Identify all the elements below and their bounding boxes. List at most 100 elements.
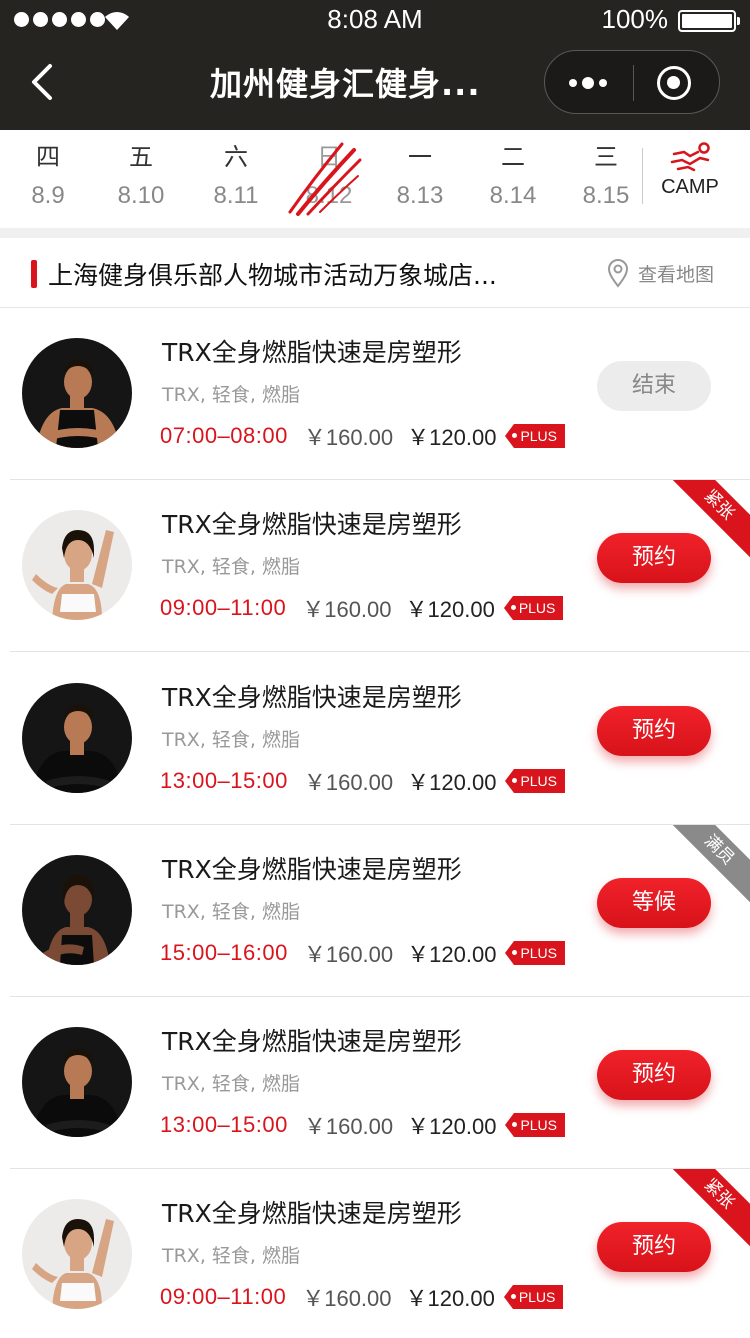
date-label: 8.11 [213,182,259,209]
date-item[interactable]: 六 8.11 [196,142,276,210]
course-title: TRX全身燃脂快速是房塑形 [162,855,462,884]
date-label: 8.14 [489,182,537,209]
plus-badge: PLUS [505,1113,566,1137]
trainer-photo [22,338,132,448]
original-price: ￥160.00 [303,1114,394,1139]
mini-program-capsule [544,50,720,114]
date-item[interactable]: 日 8.12 [289,142,369,210]
course-row[interactable]: TRX全身燃脂快速是房塑形 TRX, 轻食, 燃脂 13:00–15:00 ￥160.… [10,653,750,825]
plus-badge: PLUS [505,424,566,448]
book-button[interactable]: 预约 [597,1050,711,1100]
plus-price: ￥120.00 [405,1286,495,1311]
course-price-line: 13:00–15:00 ￥160.00 ￥120.00 PLUS [160,1109,566,1141]
course-row[interactable]: TRX全身燃脂快速是房塑形 TRX, 轻食, 燃脂 13:00–15:00 ￥160.… [10,997,750,1169]
course-tags: TRX, 轻食, 燃脂 [162,901,300,923]
trainer-photo [22,1199,132,1309]
battery-percent: 100% [601,4,669,34]
course-time: 09:00–11:00 [160,1284,287,1309]
camp-tab[interactable]: CAMP [650,142,730,199]
capsule-divider [633,65,634,101]
book-button[interactable]: 预约 [597,533,711,583]
waitlist-button[interactable]: 等候 [597,878,711,928]
course-tags: TRX, 轻食, 燃脂 [162,1245,300,1267]
store-accent-bar [31,260,37,288]
trainer-photo [22,1027,132,1137]
course-title: TRX全身燃脂快速是房塑形 [162,683,462,712]
date-item[interactable]: 三 8.15 [566,142,646,210]
plus-badge: PLUS [503,596,564,620]
course-row[interactable]: TRX全身燃脂快速是房塑形 TRX, 轻食, 燃脂 09:00–11:00 ￥160.… [10,1169,750,1338]
weekday-label: 日 [317,143,341,171]
date-label: 8.12 [305,182,353,209]
weekday-label: 二 [501,143,525,171]
close-target-icon[interactable] [657,66,691,100]
store-name[interactable]: 上海健身俱乐部人物城市活动万象城店... [48,256,598,292]
course-title: TRX全身燃脂快速是房塑形 [162,1199,462,1228]
date-label: 8.9 [31,182,65,209]
date-divider [642,148,643,204]
date-label: 8.10 [117,182,165,209]
view-map-label: 查看地图 [638,263,715,286]
trainer-photo [22,510,132,620]
store-header: 上海健身俱乐部人物城市活动万象城店... 查看地图 [0,238,750,308]
weekday-label: 一 [408,143,432,171]
more-icon[interactable] [569,73,611,93]
date-label: 8.15 [582,182,630,209]
page-title: 加州健身汇健身... [210,65,481,103]
plus-price: ￥120.00 [407,1114,497,1139]
course-title: TRX全身燃脂快速是房塑形 [162,1027,462,1056]
original-price: ￥160.00 [303,425,394,450]
weekday-label: 六 [224,143,248,171]
weekday-label: 五 [129,143,153,171]
trainer-photo [22,683,132,793]
original-price: ￥160.00 [303,770,394,795]
original-price: ￥160.00 [302,597,392,622]
trainer-avatar [22,338,132,448]
weekday-label: 三 [594,143,618,171]
original-price: ￥160.00 [303,942,394,967]
view-map-link[interactable]: 查看地图 [606,258,714,288]
course-price-line: 15:00–16:00 ￥160.00 ￥120.00 PLUS [160,937,566,969]
battery-icon [678,10,740,32]
trainer-avatar [22,683,132,793]
course-title: TRX全身燃脂快速是房塑形 [162,510,462,539]
plus-price: ￥120.00 [407,425,497,450]
top-bar: 8:08 AM 100% 加州健身汇健身... [0,0,750,130]
status-bar: 8:08 AM 100% [0,0,750,40]
course-price-line: 09:00–11:00 ￥160.00 ￥120.00 PLUS [160,592,564,624]
weekday-label: 四 [36,143,60,171]
course-time: 07:00–08:00 [160,423,288,448]
date-item[interactable]: 五 8.10 [101,142,181,210]
course-tags: TRX, 轻食, 燃脂 [162,729,300,751]
course-row[interactable]: TRX全身燃脂快速是房塑形 TRX, 轻食, 燃脂 15:00–16:00 ￥160.… [10,825,750,997]
book-button[interactable]: 预约 [597,1222,711,1272]
trainer-avatar [22,1199,132,1309]
section-gap [0,228,750,238]
book-button[interactable]: 预约 [597,706,711,756]
course-title: TRX全身燃脂快速是房塑形 [162,338,462,367]
original-price: ￥160.00 [302,1286,392,1311]
plus-price: ￥120.00 [407,770,497,795]
camp-label: CAMP [661,176,719,198]
plus-badge: PLUS [505,941,566,965]
course-row[interactable]: TRX全身燃脂快速是房塑形 TRX, 轻食, 燃脂 07:00–08:00 ￥160.… [10,308,750,480]
course-price-line: 13:00–15:00 ￥160.00 ￥120.00 PLUS [160,765,566,797]
course-price-line: 09:00–11:00 ￥160.00 ￥120.00 PLUS [160,1281,564,1313]
plus-price: ￥120.00 [407,942,497,967]
plus-badge: PLUS [503,1285,564,1309]
plus-badge: PLUS [505,769,566,793]
course-tags: TRX, 轻食, 燃脂 [162,1073,300,1095]
course-price-line: 07:00–08:00 ￥160.00 ￥120.00 PLUS [160,420,566,452]
date-item[interactable]: 一 8.13 [380,142,460,210]
trainer-avatar [22,510,132,620]
trainer-avatar [22,1027,132,1137]
date-item[interactable]: 四 8.9 [8,142,88,210]
back-arrow-icon[interactable] [24,60,64,104]
date-item[interactable]: 二 8.14 [473,142,553,210]
trainer-avatar [22,855,132,965]
trainer-photo [22,855,132,965]
course-time: 13:00–15:00 [160,1112,288,1137]
course-row[interactable]: TRX全身燃脂快速是房塑形 TRX, 轻食, 燃脂 09:00–11:00 ￥160.… [10,480,750,652]
ended-button[interactable]: 结束 [597,361,711,411]
course-time: 13:00–15:00 [160,768,288,793]
